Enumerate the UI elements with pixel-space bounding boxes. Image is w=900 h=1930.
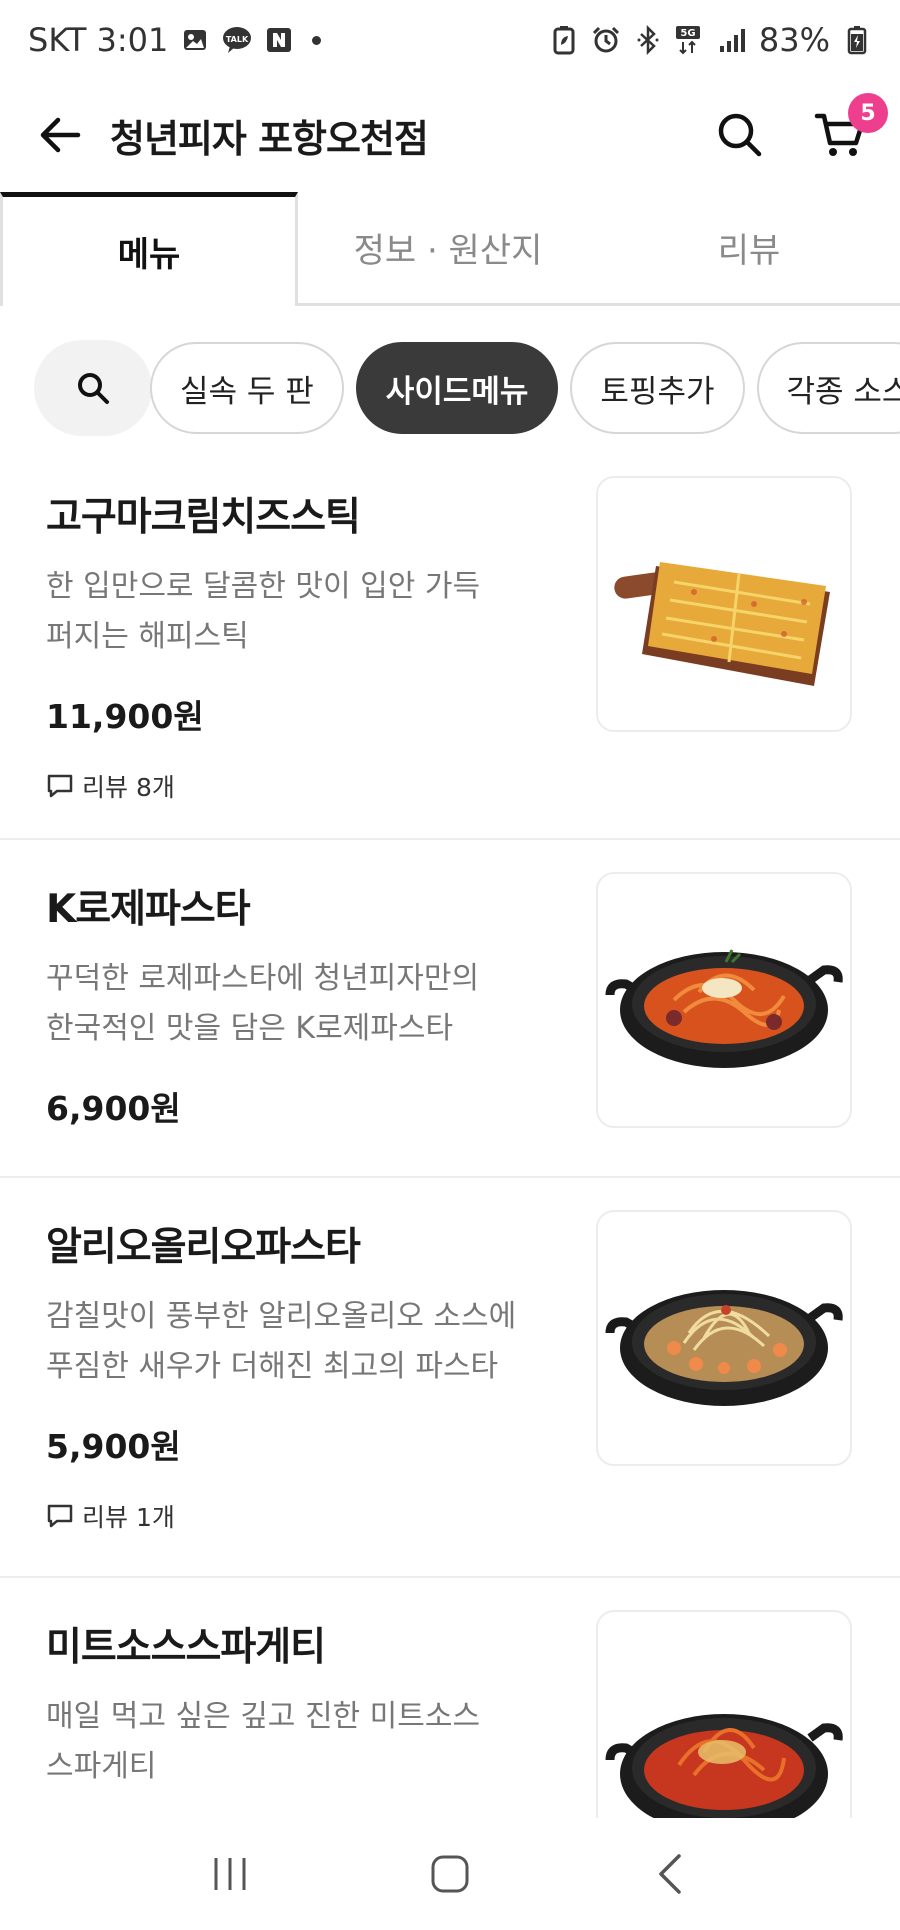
meat-sauce-pan-image	[605, 1714, 843, 1834]
home-icon	[431, 1855, 469, 1893]
menu-item-name: 고구마크림치즈스틱	[46, 495, 361, 540]
5g-signal-icon: 5G	[675, 25, 705, 55]
menu-item-review-count: 리뷰 1개	[46, 1498, 175, 1534]
bluetooth-icon	[633, 25, 663, 55]
search-button[interactable]	[710, 105, 770, 165]
status-bar: SKT 3:01 TALK 5G 83%	[0, 0, 900, 80]
cart-count-badge: 5	[848, 93, 888, 133]
svg-text:TALK: TALK	[226, 35, 249, 44]
menu-item-image	[596, 1610, 852, 1840]
aglio-olio-pan-image	[605, 1290, 843, 1406]
menu-item-name: 미트소스스파게티	[46, 1625, 326, 1670]
menu-item-name: K로제파스타	[46, 887, 251, 932]
category-chips: 실속 두 판 사이드메뉴 토핑추가 각종 소스	[34, 338, 900, 438]
rose-pasta-pan-image	[605, 949, 843, 1068]
menu-item-price: 5,900원	[46, 1427, 181, 1466]
battery-percent: 83%	[758, 21, 830, 59]
recent-apps-button[interactable]	[185, 1839, 275, 1909]
menu-item-price: 11,900원	[46, 697, 204, 736]
cart-button[interactable]: 5	[810, 93, 888, 165]
home-button[interactable]	[405, 1839, 495, 1909]
chevron-left-icon	[659, 1854, 681, 1894]
recent-apps-icon	[214, 1858, 246, 1890]
arrow-left-icon	[40, 117, 81, 153]
speech-bubble-icon	[47, 774, 73, 798]
cheese-stick-board-image	[614, 562, 830, 686]
chip-topping-add[interactable]: 토핑추가	[570, 342, 745, 434]
menu-item-desc: 한 입만으로 달콤한 맛이 입안 가득 퍼지는 해피스틱	[46, 569, 481, 654]
chip-sauces[interactable]: 각종 소스	[756, 342, 900, 434]
search-icon	[718, 113, 762, 157]
system-nav-bar	[0, 1818, 900, 1930]
tab-reviews[interactable]: 리뷰	[598, 192, 900, 303]
carrier-time: SKT 3:01	[28, 21, 169, 59]
speech-bubble-icon	[47, 1504, 73, 1528]
menu-item[interactable]: 알리오올리오파스타 감칠맛이 풍부한 알리오올리오 소스에 푸짐한 새우가 더해…	[0, 1180, 900, 1578]
svg-text:5G: 5G	[680, 28, 695, 39]
menu-item-desc: 감칠맛이 풍부한 알리오올리오 소스에 푸짐한 새우가 더해진 최고의 파스타	[46, 1299, 517, 1384]
more-notifications-dot	[312, 35, 322, 45]
menu-item[interactable]: K로제파스타 꾸덕한 로제파스타에 청년피자만의 한국적인 맛을 담은 K로제파…	[0, 842, 900, 1178]
chip-side-menu[interactable]: 사이드메뉴	[355, 342, 559, 434]
battery-icon	[842, 25, 872, 55]
chip-value-two-pizzas[interactable]: 실속 두 판	[150, 342, 344, 434]
gallery-icon	[180, 25, 210, 55]
menu-item-price: 6,900원	[46, 1089, 181, 1128]
menu-item[interactable]: 고구마크림치즈스틱 한 입만으로 달콤한 맛이 입안 가득 퍼지는 해피스틱 1…	[0, 470, 900, 840]
menu-item-desc: 꾸덕한 로제파스타에 청년피자만의 한국적인 맛을 담은 K로제파스타	[46, 961, 480, 1046]
store-tabs: 메뉴 정보 · 원산지 리뷰	[0, 192, 900, 306]
naver-icon	[264, 25, 294, 55]
kakaotalk-icon: TALK	[222, 25, 252, 55]
battery-saver-icon	[549, 25, 579, 55]
menu-item-image	[596, 476, 852, 732]
tab-info-origin[interactable]: 정보 · 원산지	[298, 192, 598, 303]
menu-item-image	[596, 872, 852, 1128]
tab-menu[interactable]: 메뉴	[0, 192, 298, 306]
system-back-button[interactable]	[625, 1839, 715, 1909]
cell-signal-icon	[717, 25, 747, 55]
menu-search-button[interactable]	[34, 340, 152, 436]
menu-item-image	[596, 1210, 852, 1466]
menu-item-review-count: 리뷰 8개	[46, 768, 175, 804]
search-icon	[78, 373, 109, 404]
store-header: 청년피자 포항오천점 5	[0, 80, 900, 190]
back-button[interactable]	[30, 105, 90, 165]
alarm-icon	[591, 25, 621, 55]
store-title: 청년피자 포항오천점	[110, 116, 429, 161]
menu-item-name: 알리오올리오파스타	[46, 1225, 361, 1270]
menu-item-desc: 매일 먹고 싶은 깊고 진한 미트소스 스파게티	[46, 1699, 481, 1784]
